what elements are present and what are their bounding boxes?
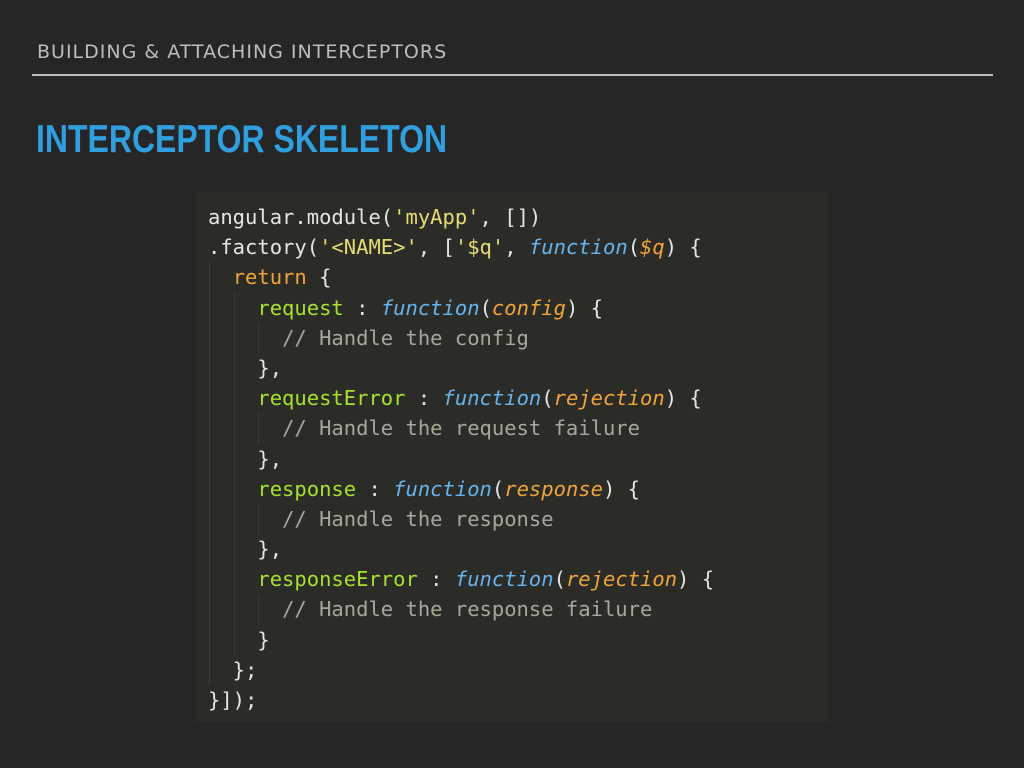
code-token: '<NAME>' (319, 235, 418, 260)
code-line: } (208, 625, 714, 655)
code-line: angular.module('myApp', []) (208, 202, 714, 232)
code-token: // Handle the config (282, 325, 529, 350)
code-token: ( (541, 386, 554, 411)
code-line: }, (208, 353, 714, 383)
code-token: , [ (417, 235, 455, 260)
code-lines: angular.module('myApp', []) .factory('<NA… (208, 202, 714, 715)
code-line: }; (208, 655, 714, 685)
code-token: , (504, 235, 529, 260)
code-token: response (257, 476, 357, 501)
code-token: // Handle the request failure (282, 416, 640, 441)
code-line: // Handle the config (208, 323, 714, 353)
indent-guide (258, 594, 260, 625)
code-line: responseError : function(rejection) { (208, 564, 714, 594)
code-token: function (454, 567, 554, 592)
code-token: }, (208, 446, 283, 471)
code-token: { (306, 265, 332, 290)
code-token: }; (208, 657, 258, 682)
code-line: // Handle the request failure (208, 413, 714, 443)
code-line: }, (208, 444, 714, 474)
code-token: ( (553, 567, 566, 592)
code-token: // Handle the response (282, 506, 554, 531)
code-block: angular.module('myApp', []) .factory('<NA… (196, 192, 828, 722)
code-token: rejection (565, 567, 678, 592)
code-token: requestError (257, 386, 406, 411)
code-token: angular.module( (208, 205, 394, 229)
code-token: }, (208, 537, 283, 562)
code-token: ( (479, 295, 492, 320)
slide: BUILDING & ATTACHING INTERCEPTORS INTERC… (0, 0, 1024, 768)
code-line: }]); (208, 685, 714, 715)
code-token: ) { (603, 476, 641, 501)
code-token: }]); (208, 688, 258, 712)
indent-guide (233, 292, 235, 655)
indent-guide (258, 322, 260, 353)
code-token: ) { (664, 386, 702, 411)
code-token: ( (491, 476, 505, 501)
code-token: ) { (565, 295, 603, 320)
code-token: , []) (479, 205, 542, 229)
code-line: // Handle the response (208, 504, 714, 534)
code-token: response (504, 476, 603, 501)
code-token: .factory( (208, 235, 320, 260)
code-token: ) { (677, 567, 715, 592)
indent-guide (209, 262, 210, 686)
code-token: '$q' (454, 235, 505, 260)
slide-title: INTERCEPTOR SKELETON (36, 118, 448, 161)
code-line: }, (208, 534, 714, 564)
code-token: request (257, 295, 344, 320)
header-divider (32, 74, 993, 76)
indent-guide (258, 413, 260, 444)
code-line: request : function(config) { (208, 293, 714, 323)
code-token: function (393, 476, 492, 501)
code-token: : (405, 386, 443, 411)
code-token: config (491, 295, 566, 320)
code-token: ( (627, 235, 641, 260)
code-token: function (380, 295, 480, 320)
section-header: BUILDING & ATTACHING INTERCEPTORS (37, 41, 448, 63)
code-token: function (528, 235, 628, 260)
code-line: .factory('<NAME>', ['$q', function($q) { (208, 232, 714, 262)
code-token: : (417, 567, 455, 592)
code-token: $q (640, 235, 665, 260)
code-token: ) { (664, 235, 702, 260)
code-token: rejection (553, 386, 665, 411)
code-token: 'myApp' (393, 205, 480, 229)
code-token: // Handle the response failure (282, 597, 653, 622)
code-token: return (232, 265, 307, 290)
code-line: requestError : function(rejection) { (208, 383, 714, 413)
indent-guide (258, 504, 260, 535)
code-line: // Handle the response failure (208, 594, 714, 624)
code-token: function (442, 386, 542, 411)
code-token: }, (208, 355, 283, 380)
code-token: responseError (257, 567, 418, 592)
code-line: return { (208, 262, 714, 292)
code-line: response : function(response) { (208, 474, 714, 504)
code-token: : (356, 476, 394, 501)
code-token: : (343, 295, 381, 320)
code-token: } (208, 627, 270, 652)
